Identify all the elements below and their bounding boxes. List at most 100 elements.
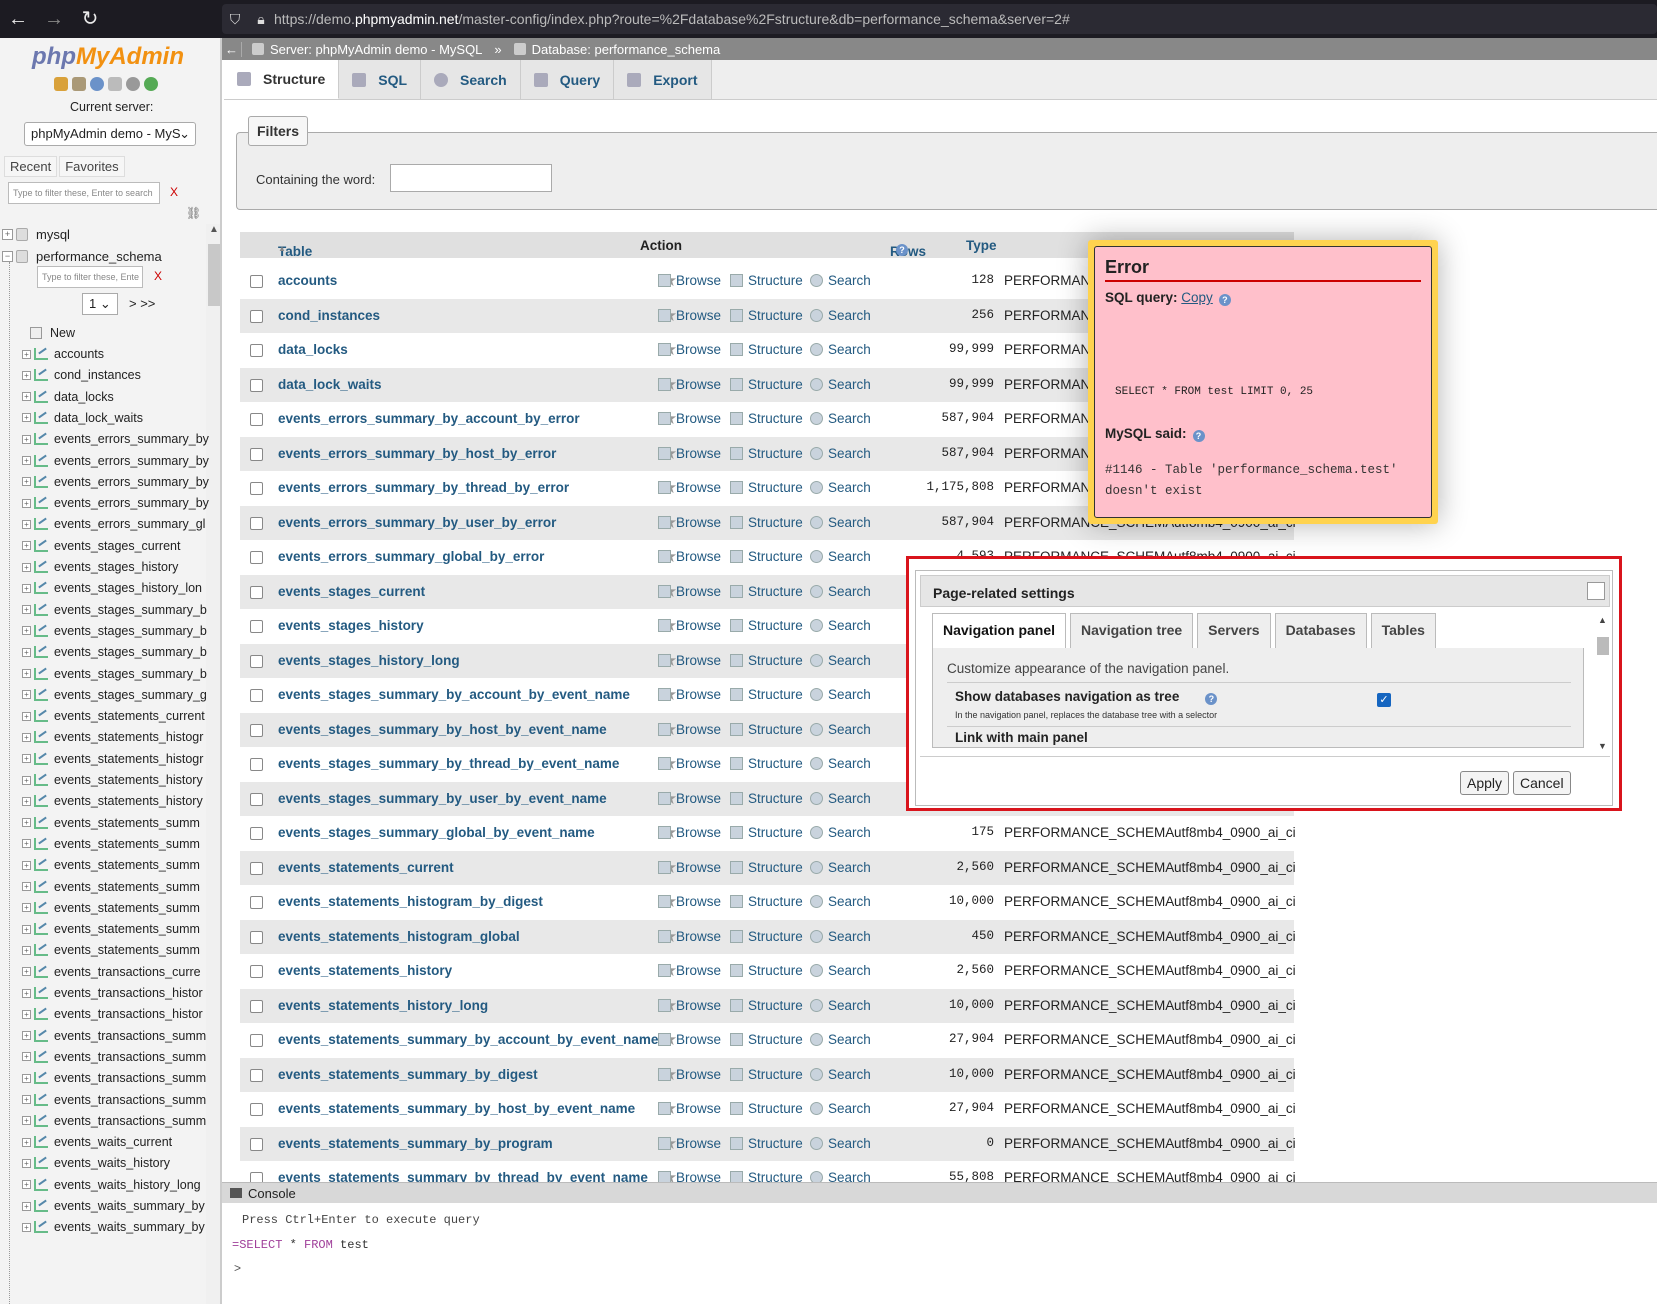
search-link[interactable]: Search (810, 342, 871, 357)
browse-label[interactable]: Browse (676, 1136, 721, 1151)
sidebar-table-label[interactable]: events_statements_summ (54, 837, 200, 851)
sidebar-table-label[interactable]: events_errors_summary_by (54, 432, 209, 446)
search-link[interactable]: Search (810, 549, 871, 564)
sidebar-table-item[interactable]: + events_waits_history_long (22, 1175, 201, 1195)
browse-link[interactable]: Browse (658, 515, 721, 530)
search-link[interactable]: Search (810, 963, 871, 978)
structure-link[interactable]: Structure (730, 377, 803, 392)
browse-label[interactable]: Browse (676, 756, 721, 771)
row-checkbox[interactable] (250, 378, 263, 392)
sidebar-table-item[interactable]: + events_stages_summary_b (22, 642, 207, 662)
structure-link[interactable]: Structure (730, 998, 803, 1013)
browse-label[interactable]: Browse (676, 687, 721, 702)
sidebar-table-label[interactable]: events_transactions_curre (54, 965, 201, 979)
search-label[interactable]: Search (828, 929, 871, 944)
table-name-link[interactable]: data_locks (278, 342, 348, 357)
reload-icon[interactable]: ↻ (72, 0, 108, 38)
sidebar-table-item[interactable]: + events_statements_summ (22, 877, 200, 897)
search-label[interactable]: Search (828, 963, 871, 978)
sidebar-table-label[interactable]: events_stages_summary_b (54, 624, 207, 638)
sidebar-table-item[interactable]: + events_statements_history (22, 791, 203, 811)
console-title[interactable]: Console (248, 1186, 296, 1201)
structure-link[interactable]: Structure (730, 411, 803, 426)
structure-link[interactable]: Structure (730, 894, 803, 909)
sidebar-table-label[interactable]: events_transactions_summ (54, 1050, 206, 1064)
structure-label[interactable]: Structure (748, 308, 803, 323)
row-checkbox[interactable] (250, 792, 263, 806)
expand-icon[interactable]: + (22, 690, 31, 700)
structure-label[interactable]: Structure (748, 377, 803, 392)
browse-link[interactable]: Browse (658, 1032, 721, 1047)
structure-label[interactable]: Structure (748, 411, 803, 426)
sidebar-table-label[interactable]: events_transactions_summ (54, 1114, 206, 1128)
expand-icon[interactable]: + (22, 1052, 31, 1062)
home-icon[interactable] (54, 77, 68, 91)
tab-search[interactable]: Search (421, 60, 521, 99)
table-name-link[interactable]: cond_instances (278, 308, 380, 323)
search-label[interactable]: Search (828, 653, 871, 668)
scrollbar-thumb[interactable] (208, 244, 220, 306)
search-link[interactable]: Search (810, 998, 871, 1013)
sidebar-table-item[interactable]: + events_statements_summ (22, 813, 200, 833)
expand-icon[interactable]: + (22, 754, 31, 764)
expand-icon[interactable]: + (22, 732, 31, 742)
sidebar-table-item[interactable]: + events_statements_histogr (22, 749, 203, 769)
new-label[interactable]: New (50, 326, 75, 340)
structure-label[interactable]: Structure (748, 860, 803, 875)
structure-link[interactable]: Structure (730, 308, 803, 323)
expand-icon[interactable]: + (22, 775, 31, 785)
structure-link[interactable]: Structure (730, 273, 803, 288)
search-label[interactable]: Search (828, 1032, 871, 1047)
help-icon[interactable]: ? (1218, 294, 1231, 306)
search-label[interactable]: Search (828, 687, 871, 702)
browse-link[interactable]: Browse (658, 791, 721, 806)
help-icon[interactable]: ? (1192, 430, 1205, 442)
row-checkbox[interactable] (250, 689, 263, 702)
browse-label[interactable]: Browse (676, 963, 721, 978)
expand-icon[interactable]: + (22, 711, 31, 721)
search-label[interactable]: Search (828, 825, 871, 840)
row-checkbox[interactable] (250, 275, 263, 288)
search-label[interactable]: Search (828, 515, 871, 530)
browse-label[interactable]: Browse (676, 1032, 721, 1047)
sidebar-table-item[interactable]: + events_transactions_histor (22, 983, 203, 1003)
db-node-performance-schema[interactable]: − performance_schema (2, 246, 162, 266)
browse-link[interactable]: Browse (658, 998, 721, 1013)
sidebar-table-item[interactable]: + events_errors_summary_by (22, 472, 209, 492)
sidebar-table-label[interactable]: events_statements_summ (54, 922, 200, 936)
sidebar-table-item[interactable]: + accounts (22, 344, 104, 364)
table-name-link[interactable]: events_statements_summary_by_program (278, 1136, 553, 1151)
sidebar-table-item[interactable]: + events_waits_current (22, 1132, 172, 1152)
search-label[interactable]: Search (828, 860, 871, 875)
next-page-link[interactable]: > >> (129, 296, 155, 311)
sidebar-table-label[interactable]: cond_instances (54, 368, 141, 382)
browse-link[interactable]: Browse (658, 1067, 721, 1082)
search-link[interactable]: Search (810, 618, 871, 633)
docs-icon[interactable] (108, 77, 122, 91)
row-checkbox[interactable] (250, 1103, 263, 1116)
structure-link[interactable]: Structure (730, 342, 803, 357)
browse-link[interactable]: Browse (658, 446, 721, 461)
sidebar-table-label[interactable]: events_statements_history (54, 773, 203, 787)
structure-label[interactable]: Structure (748, 825, 803, 840)
table-name-link[interactable]: events_stages_summary_by_host_by_event_n… (278, 722, 607, 737)
sidebar-table-label[interactable]: events_stages_history (54, 560, 178, 574)
browse-label[interactable]: Browse (676, 480, 721, 495)
structure-label[interactable]: Structure (748, 929, 803, 944)
sidebar-scrollbar[interactable]: ▲ (206, 224, 220, 1304)
expand-icon[interactable]: + (22, 882, 31, 891)
clear-filter-button[interactable]: X (170, 185, 178, 199)
search-link[interactable]: Search (810, 860, 871, 875)
sidebar-table-item[interactable]: + events_stages_current (22, 536, 180, 556)
sidebar-table-item[interactable]: + events_errors_summary_by (22, 493, 209, 513)
structure-link[interactable]: Structure (730, 756, 803, 771)
sidebar-table-item[interactable]: + events_transactions_histor (22, 1004, 203, 1024)
search-link[interactable]: Search (810, 377, 871, 392)
expand-icon[interactable]: + (22, 413, 31, 423)
table-name-link[interactable]: events_stages_summary_by_thread_by_event… (278, 756, 619, 771)
sidebar-table-label[interactable]: events_stages_summary_b (54, 645, 207, 659)
search-label[interactable]: Search (828, 894, 871, 909)
navigation-filter-input[interactable]: Type to filter these, Enter to search (8, 182, 160, 204)
structure-link[interactable]: Structure (730, 480, 803, 495)
table-name-link[interactable]: events_stages_history (278, 618, 424, 633)
